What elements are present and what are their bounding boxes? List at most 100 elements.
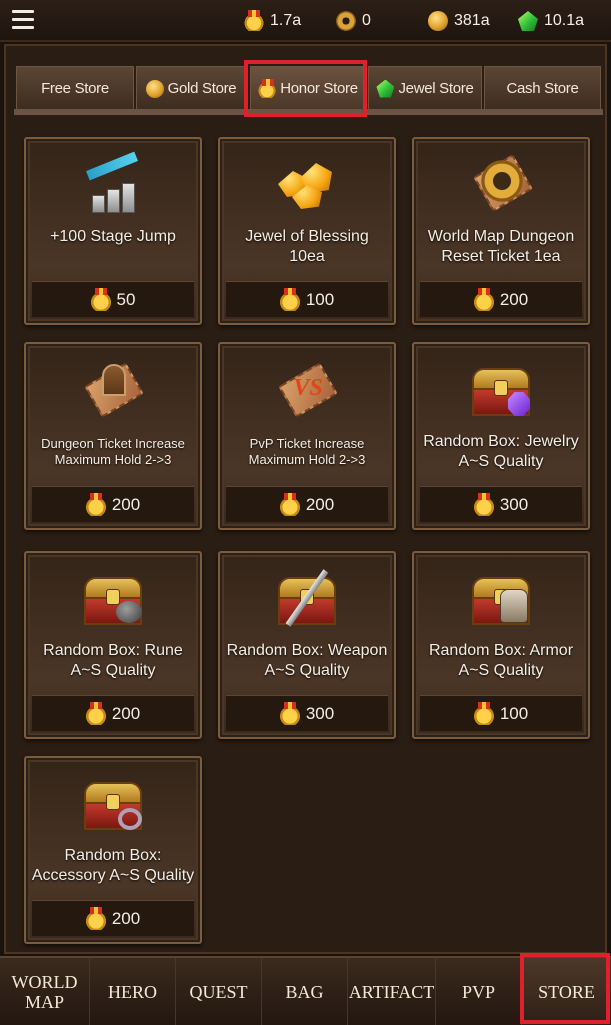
item-price: 300 (226, 695, 388, 731)
item-card-dungeon-ticket[interactable]: Dungeon Ticket Increase Maximum Hold 2->… (24, 342, 202, 530)
nav-bag[interactable]: BAG (262, 958, 348, 1025)
item-card-armor-box[interactable]: Random Box: Armor A~S Quality 100 (412, 551, 590, 739)
bottom-navigation: WORLD MAP HERO QUEST BAG ARTIFACT PVP ST… (0, 956, 611, 1025)
item-card-pvp-ticket[interactable]: VS PvP Ticket Increase Maximum Hold 2->3… (218, 342, 396, 530)
green-jewel-icon (376, 79, 395, 98)
nav-label: HERO (108, 981, 157, 1002)
honor-medal-icon (473, 492, 494, 516)
honor-medal-icon (90, 287, 111, 311)
item-card-stage-jump[interactable]: +100 Stage Jump 50 (24, 137, 202, 325)
price-value: 100 (499, 703, 529, 723)
item-card-accessory-box[interactable]: Random Box: Accessory A~S Quality 200 (24, 756, 202, 944)
armor-box-icon (466, 567, 536, 633)
stage-jump-icon (78, 151, 148, 219)
item-name: Random Box: Rune A~S Quality (43, 642, 183, 679)
nav-quest[interactable]: QUEST (176, 958, 262, 1025)
honor-medal-icon (85, 906, 106, 930)
item-price: 200 (32, 900, 194, 936)
item-name: Random Box: Accessory A~S Quality (31, 847, 195, 884)
honor-medal-icon (473, 701, 494, 725)
item-price: 200 (32, 486, 194, 522)
item-price: 200 (226, 486, 388, 522)
item-name: PvP Ticket Increase Maximum Hold 2->3 (248, 436, 366, 467)
item-card-weapon-box[interactable]: Random Box: Weapon A~S Quality 300 (218, 551, 396, 739)
accessory-box-icon (78, 772, 148, 838)
dungeon-reset-ticket-icon (466, 153, 536, 219)
token-value: 0 (362, 12, 371, 29)
tab-gold-store[interactable]: Gold Store (136, 66, 246, 110)
item-price: 50 (32, 281, 194, 317)
weapon-box-icon (272, 567, 342, 633)
price-value: 200 (499, 289, 529, 309)
honor-medal-icon (244, 10, 264, 31)
item-price: 100 (420, 695, 582, 731)
honor-medal-icon (258, 78, 277, 98)
tab-label: Gold Store (167, 80, 237, 97)
item-price: 200 (420, 281, 582, 317)
nav-label: PVP (461, 981, 496, 1002)
item-name: Random Box: Jewelry A~S Quality (423, 433, 579, 470)
item-price: 300 (420, 486, 582, 522)
rune-box-icon (78, 567, 148, 633)
item-name: Dungeon Ticket Increase Maximum Hold 2->… (41, 436, 185, 467)
gold-resource: 381a (428, 10, 490, 32)
price-value: 200 (305, 494, 335, 514)
store-tabs: Free Store Gold Store Honor Store Jewel … (16, 66, 601, 110)
gear-token-icon (336, 11, 356, 31)
price-value: 300 (305, 703, 335, 723)
jewel-value: 10.1a (544, 12, 585, 29)
token-resource: 0 (336, 10, 371, 32)
jewelry-box-icon (466, 358, 536, 424)
item-name: Random Box: Weapon A~S Quality (226, 642, 388, 679)
nav-label: BAG (285, 981, 324, 1002)
honor-resource: 1.7a (244, 10, 301, 32)
tab-label: Jewel Store (398, 80, 474, 97)
price-value: 200 (111, 494, 141, 514)
nav-store[interactable]: STORE (522, 958, 611, 1025)
honor-medal-icon (279, 287, 300, 311)
tab-jewel-store[interactable]: Jewel Store (368, 66, 482, 110)
jewel-resource: 10.1a (518, 10, 584, 32)
gold-value: 381a (454, 12, 490, 29)
item-price: 200 (32, 695, 194, 731)
honor-medal-icon (85, 492, 106, 516)
honor-medal-icon (85, 701, 106, 725)
dungeon-ticket-icon (78, 358, 148, 424)
price-value: 200 (111, 908, 141, 928)
honor-medal-icon (279, 492, 300, 516)
gold-coin-icon (145, 79, 164, 98)
item-card-jewelry-box[interactable]: Random Box: Jewelry A~S Quality 300 (412, 342, 590, 530)
tab-cash-store[interactable]: Cash Store (484, 66, 601, 110)
item-card-dungeon-reset-ticket[interactable]: World Map Dungeon Reset Ticket 1ea 200 (412, 137, 590, 325)
menu-icon[interactable] (12, 10, 34, 30)
item-name: World Map Dungeon Reset Ticket 1ea (427, 228, 575, 265)
jewel-of-blessing-icon (272, 153, 342, 219)
honor-medal-icon (279, 701, 300, 725)
nav-world-map[interactable]: WORLD MAP (0, 958, 90, 1025)
honor-medal-icon (473, 287, 494, 311)
item-card-rune-box[interactable]: Random Box: Rune A~S Quality 200 (24, 551, 202, 739)
nav-label: QUEST (189, 981, 248, 1002)
pvp-ticket-icon: VS (272, 358, 342, 424)
tab-free-store[interactable]: Free Store (16, 66, 134, 110)
tab-honor-store[interactable]: Honor Store (250, 66, 366, 110)
item-card-jewel-of-blessing[interactable]: Jewel of Blessing 10ea 100 (218, 137, 396, 325)
nav-label: ARTIFACT (348, 981, 435, 1002)
item-name: Jewel of Blessing 10ea (245, 228, 369, 265)
nav-pvp[interactable]: PVP (436, 958, 522, 1025)
green-jewel-icon (518, 11, 538, 31)
tab-label: Free Store (41, 80, 109, 97)
tabs-divider (14, 109, 603, 115)
nav-label: STORE (538, 981, 595, 1002)
item-name: Random Box: Armor A~S Quality (428, 642, 574, 679)
gold-coin-icon (428, 11, 448, 31)
nav-artifact[interactable]: ARTIFACT (348, 958, 436, 1025)
price-value: 200 (111, 703, 141, 723)
item-name: +100 Stage Jump (50, 228, 176, 245)
tab-label: Cash Store (506, 80, 579, 97)
nav-hero[interactable]: HERO (90, 958, 176, 1025)
tab-label: Honor Store (280, 80, 358, 97)
item-price: 100 (226, 281, 388, 317)
resource-bar: 1.7a 0 381a 10.1a (0, 0, 611, 42)
price-value: 300 (499, 494, 529, 514)
